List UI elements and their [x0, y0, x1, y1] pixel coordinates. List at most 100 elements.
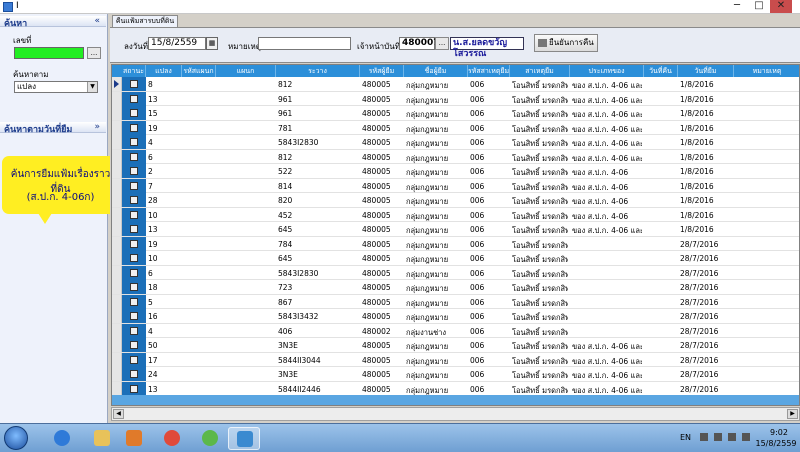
row-selector[interactable]	[112, 323, 122, 338]
scroll-left-icon[interactable]: ◀	[113, 409, 124, 419]
row-selector[interactable]	[112, 251, 122, 265]
table-row[interactable]: 28 820 480005 กลุ่มกฎหมาย 006 โอนสิทธิ์ มรดกส…	[112, 193, 799, 208]
column-header[interactable]: แปลง	[146, 65, 182, 77]
expand-icon[interactable]: »	[94, 122, 100, 132]
date-input[interactable]: 15/8/2559	[148, 37, 206, 50]
calendar-icon[interactable]: ▦	[206, 37, 218, 50]
table-row[interactable]: 13 961 480005 กลุ่มกฎหมาย 006 โอนสิทธิ์ มรดกส…	[112, 91, 799, 106]
table-row[interactable]: 17 5844II3044 480005 กลุ่มกฎหมาย 006 โอนสิทธิ…	[112, 352, 799, 367]
row-selector[interactable]	[112, 280, 122, 294]
table-row[interactable]: 10 645 480005 กลุ่มกฎหมาย 006 โอนสิทธิ์ มรดกส…	[112, 251, 799, 266]
media-player-icon[interactable]	[118, 427, 150, 450]
row-selector[interactable]	[112, 338, 122, 352]
row-selector[interactable]	[112, 178, 122, 193]
confirm-return-button[interactable]: ยืนยันการคืน	[534, 34, 598, 52]
return-checkbox[interactable]	[130, 210, 138, 219]
note-input[interactable]	[258, 37, 351, 50]
return-checkbox[interactable]	[130, 123, 138, 132]
row-selector[interactable]	[112, 77, 122, 91]
return-checkbox[interactable]	[130, 109, 138, 117]
table-row[interactable]: 15 961 480005 กลุ่มกฎหมาย 006 โอนสิทธิ์ มรดกส…	[112, 106, 799, 121]
return-checkbox[interactable]	[130, 268, 138, 277]
column-header[interactable]: วันที่คืน	[644, 65, 678, 77]
return-checkbox[interactable]	[130, 152, 138, 161]
table-row[interactable]: 50 3N3E 480005 กลุ่มกฎหมาย 006 โอนสิทธิ์ มรดก…	[112, 338, 799, 353]
table-row[interactable]: 4 406 480002 กลุ่มงานช่าง 006 โอนสิทธิ์ มรดกส…	[112, 323, 799, 338]
column-header[interactable]: สาเหตุยืม	[510, 65, 570, 77]
row-selector[interactable]	[112, 149, 122, 164]
app-taskbar-icon[interactable]	[228, 427, 260, 450]
column-header[interactable]: วันที่ยืม	[678, 65, 734, 77]
row-selector[interactable]	[112, 106, 122, 120]
clock-date[interactable]: 15/8/2559	[754, 439, 798, 448]
serial-input[interactable]	[14, 47, 84, 59]
return-checkbox[interactable]	[130, 239, 138, 248]
return-checkbox[interactable]	[130, 384, 138, 393]
row-selector[interactable]	[112, 91, 122, 106]
row-selector[interactable]	[112, 381, 122, 396]
scroll-right-icon[interactable]: ▶	[787, 409, 798, 419]
officer-browse-button[interactable]: ...	[435, 37, 449, 50]
table-row[interactable]: 10 452 480005 กลุ่มกฎหมาย 006 โอนสิทธิ์ มรดกส…	[112, 207, 799, 222]
column-header[interactable]: ระวาง	[276, 65, 360, 77]
maximize-button[interactable]: □	[748, 0, 770, 13]
return-checkbox[interactable]	[130, 167, 138, 175]
power-icon[interactable]	[742, 433, 750, 441]
chrome-icon[interactable]	[156, 427, 188, 450]
table-row[interactable]: 6 5843I2830 480005 กลุ่มกฎหมาย 006 โอนสิทธิ์ …	[112, 265, 799, 280]
row-selector[interactable]	[112, 309, 122, 323]
return-checkbox[interactable]	[130, 80, 138, 88]
column-header[interactable]: หมายเหตุ	[734, 65, 799, 77]
row-selector[interactable]	[112, 222, 122, 236]
notification-icon[interactable]	[700, 433, 708, 441]
serial-browse-button[interactable]: ...	[87, 47, 101, 59]
table-row[interactable]: 5 867 480005 กลุ่มกฎหมาย 006 โอนสิทธิ์ มรดกสิ…	[112, 294, 799, 309]
row-selector[interactable]	[112, 193, 122, 207]
column-header[interactable]: ชื่อผู้ยืม	[404, 65, 468, 77]
horizontal-scrollbar[interactable]: ◀ ▶	[111, 407, 800, 421]
return-checkbox[interactable]	[130, 312, 138, 320]
minimize-button[interactable]: ─	[726, 0, 748, 13]
row-selector[interactable]	[112, 164, 122, 178]
close-button[interactable]: ✕	[770, 0, 792, 13]
row-selector[interactable]	[112, 236, 122, 251]
table-row[interactable]: 18 723 480005 กลุ่มกฎหมาย 006 โอนสิทธิ์ มรดกส…	[112, 280, 799, 295]
row-selector[interactable]	[112, 294, 122, 309]
dropdown-arrow-icon[interactable]: ▼	[87, 82, 97, 92]
column-header[interactable]: รหัสแผนก	[182, 65, 216, 77]
table-row[interactable]: 19 781 480005 กลุ่มกฎหมาย 006 โอนสิทธิ์ มรดกส…	[112, 120, 799, 135]
search-by-select[interactable]: แปลง ▼	[14, 81, 98, 93]
return-checkbox[interactable]	[130, 297, 138, 306]
volume-icon[interactable]	[728, 433, 736, 441]
table-row[interactable]: 4 5843I2830 480005 กลุ่มกฎหมาย 006 โอนสิทธิ์ …	[112, 135, 799, 150]
table-row[interactable]: 19 784 480005 กลุ่มกฎหมาย 006 โอนสิทธิ์ มรดกส…	[112, 236, 799, 251]
return-checkbox[interactable]	[130, 283, 138, 291]
row-selector[interactable]	[112, 135, 122, 149]
column-header[interactable]: แผนก	[216, 65, 276, 77]
clock-time[interactable]: 9:02	[760, 428, 798, 437]
row-selector[interactable]	[112, 120, 122, 135]
row-selector[interactable]	[112, 352, 122, 367]
table-row[interactable]: 13 645 480005 กลุ่มกฎหมาย 006 โอนสิทธิ์ มรดกส…	[112, 222, 799, 237]
collapse-icon[interactable]: «	[94, 16, 100, 26]
column-header[interactable]: ประเภทของ	[570, 65, 644, 77]
table-row[interactable]: 2 522 480005 กลุ่มกฎหมาย 006 โอนสิทธิ์ มรดกสิ…	[112, 164, 799, 179]
search-panel-header[interactable]: ค้นหา «	[0, 16, 106, 29]
row-selector[interactable]	[112, 265, 122, 280]
tab-return-files[interactable]: คืนแฟ้มสารบบที่ดิน	[112, 15, 178, 27]
officer-id-input[interactable]: 480007	[399, 37, 440, 50]
table-row[interactable]: 13 5844II2446 480005 กลุ่มกฎหมาย 006 โอนสิทธิ…	[112, 381, 799, 396]
return-checkbox[interactable]	[130, 138, 138, 146]
column-header[interactable]: รหัสสาเหตุยืม	[468, 65, 510, 77]
file-explorer-icon[interactable]	[86, 427, 118, 450]
table-row[interactable]: 8 812 480005 กลุ่มกฎหมาย 006 โอนสิทธิ์ มรดกสิ…	[112, 77, 799, 92]
language-indicator[interactable]: EN	[680, 433, 691, 442]
return-checkbox[interactable]	[130, 181, 138, 190]
start-button[interactable]	[4, 426, 28, 450]
table-row[interactable]: 24 3N3E 480005 กลุ่มกฎหมาย 006 โอนสิทธิ์ มรดก…	[112, 367, 799, 382]
row-selector[interactable]	[112, 367, 122, 381]
network-icon[interactable]	[714, 433, 722, 441]
return-checkbox[interactable]	[130, 326, 138, 335]
column-header[interactable]: รหัสผู้ยืม	[360, 65, 404, 77]
return-checkbox[interactable]	[130, 254, 138, 262]
